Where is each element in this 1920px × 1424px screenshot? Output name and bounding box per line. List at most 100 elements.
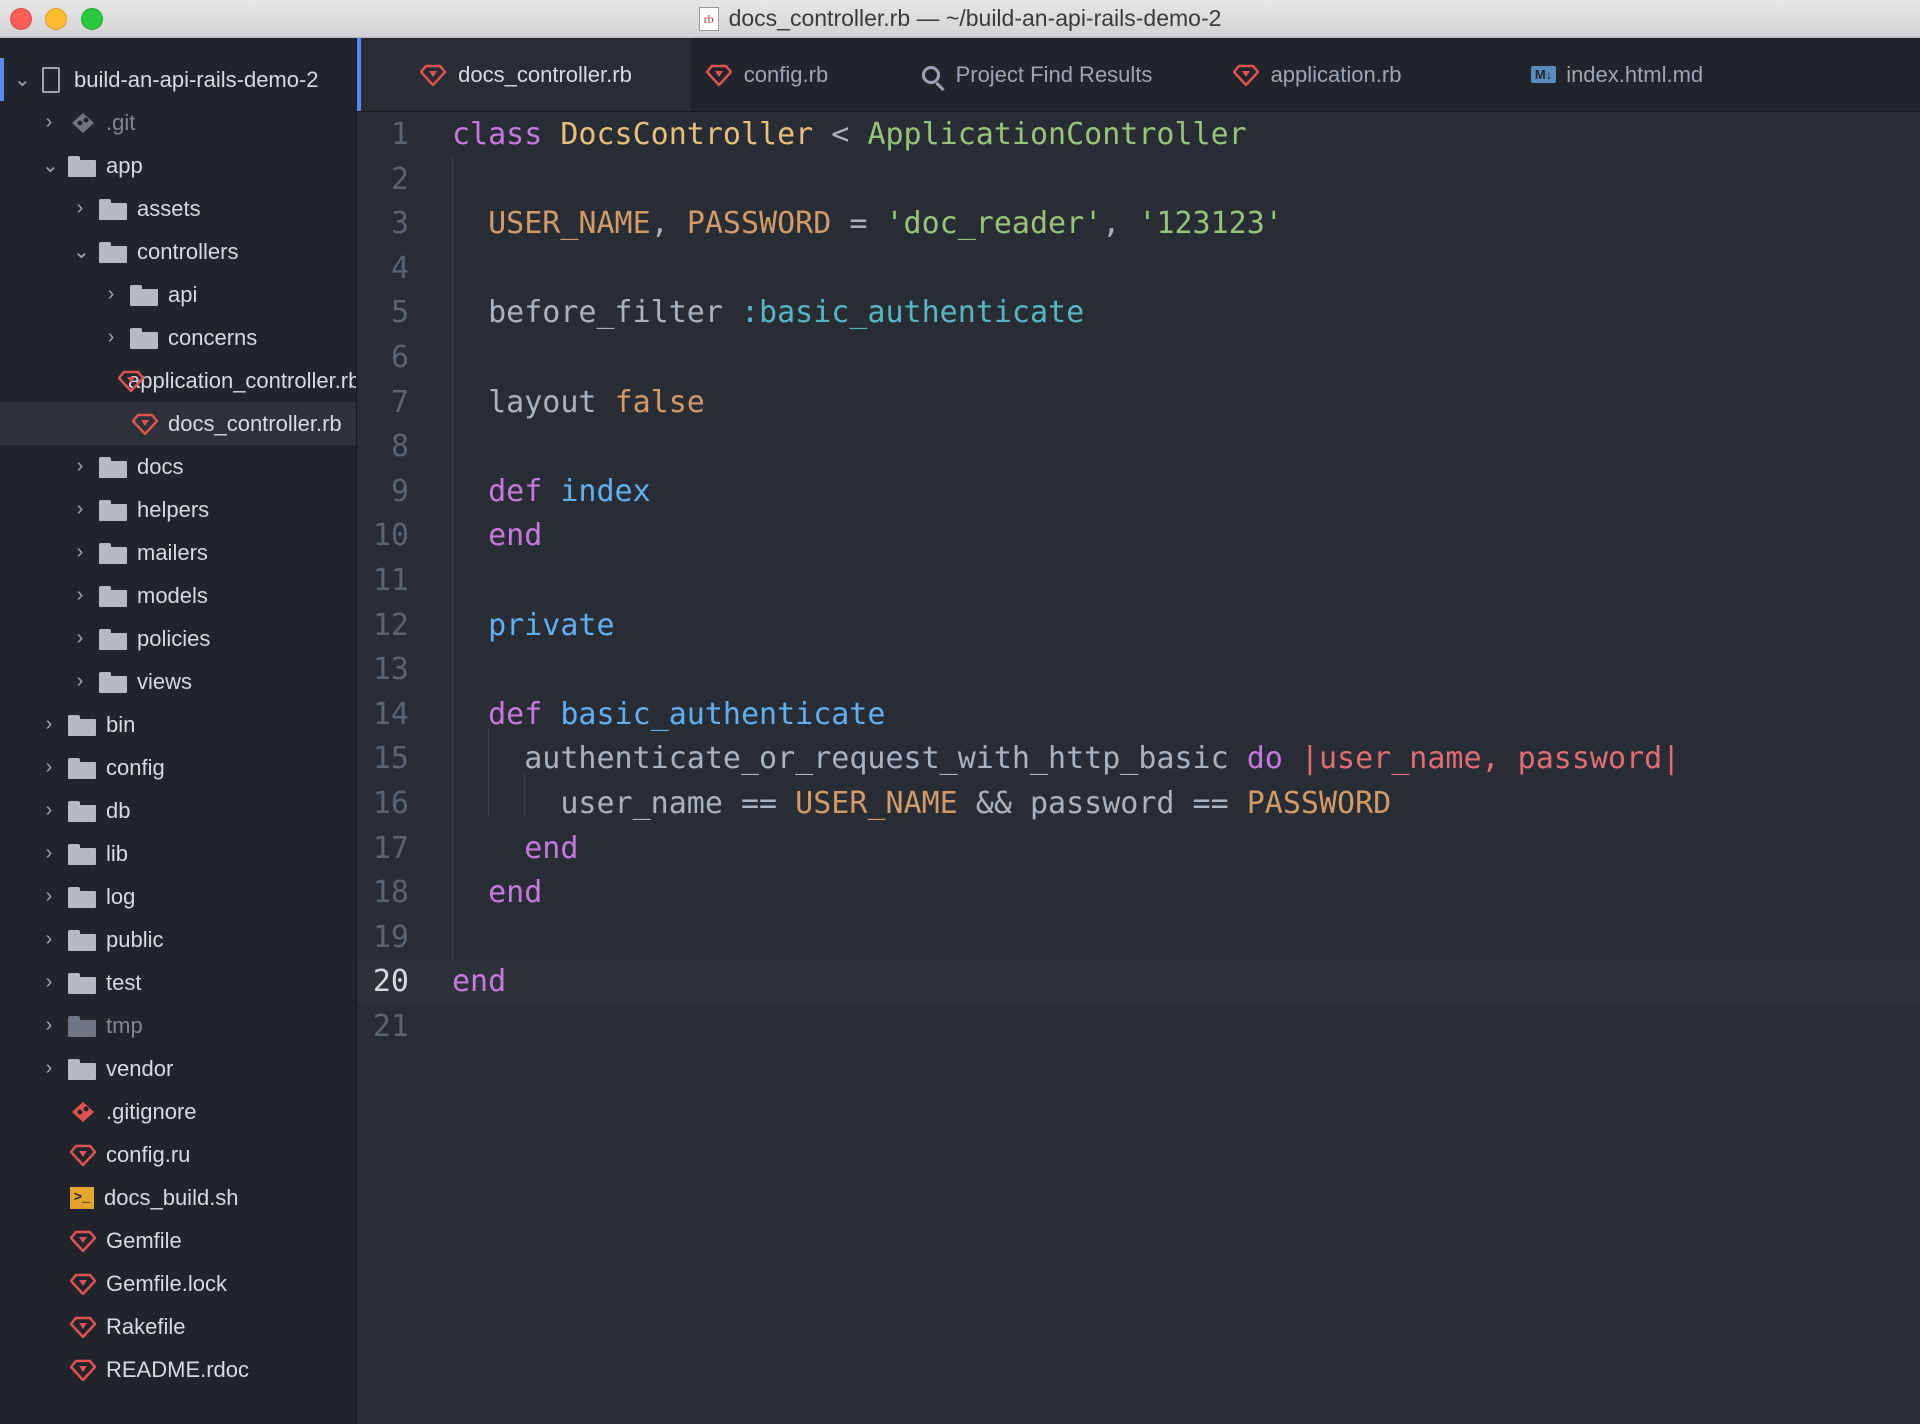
code-line[interactable]: 19	[357, 916, 1920, 960]
code-line[interactable]: 8	[357, 425, 1920, 469]
ruby-icon	[1232, 64, 1259, 86]
tree-item-public[interactable]: › public	[0, 918, 356, 961]
tree-item-rakefile[interactable]: Rakefile	[0, 1305, 356, 1348]
tree-item-docs-controller-rb[interactable]: docs_controller.rb	[0, 402, 356, 445]
ruby-icon	[132, 413, 158, 435]
code-line[interactable]: 20 end	[357, 960, 1920, 1005]
code-text: end	[452, 827, 578, 871]
code-line[interactable]: 11	[357, 559, 1920, 603]
code-line[interactable]: 6	[357, 336, 1920, 380]
tree-item-assets[interactable]: › assets	[0, 187, 356, 230]
tree-item-policies[interactable]: › policies	[0, 617, 356, 660]
tree-item-gitignore[interactable]: .gitignore	[0, 1090, 356, 1133]
code-text: before_filter :basic_authenticate	[452, 291, 1084, 335]
code-line[interactable]: 21	[357, 1005, 1920, 1049]
tree-item-config[interactable]: › config	[0, 746, 356, 789]
code-line[interactable]: 16 user_name == USER_NAME && password ==…	[357, 782, 1920, 826]
tab-project-find-results[interactable]: Project Find Results	[897, 38, 1177, 111]
code-editor[interactable]: 1 class DocsController < ApplicationContr…	[357, 112, 1920, 1424]
code-line[interactable]: 15 authenticate_or_request_with_http_bas…	[357, 737, 1920, 781]
tree-item-bin[interactable]: › bin	[0, 703, 356, 746]
tree-item-controllers[interactable]: ⌄ controllers	[0, 230, 356, 273]
tree-item-config-ru[interactable]: config.ru	[0, 1133, 356, 1176]
code-line[interactable]: 13	[357, 648, 1920, 692]
code-token: end	[488, 875, 543, 911]
chevron-right-icon: ›	[76, 541, 84, 563]
line-number: 1	[390, 117, 409, 152]
tree-item-log[interactable]: › log	[0, 875, 356, 918]
code-line[interactable]: 4	[357, 247, 1920, 291]
code-line[interactable]: 1 class DocsController < ApplicationContr…	[357, 113, 1920, 157]
line-number: 11	[372, 563, 409, 598]
tree-item-label: docs_build.sh	[104, 1184, 239, 1210]
code-line[interactable]: 2	[357, 158, 1920, 202]
code-token: class	[452, 117, 561, 152]
tree-item-label: Rakefile	[106, 1313, 186, 1339]
tree-item-app[interactable]: ⌄ app	[0, 144, 356, 187]
folder-icon	[99, 198, 127, 220]
code-token: index	[560, 473, 651, 509]
tree-item-label: api	[168, 281, 198, 307]
tree-item-application-controller-rb[interactable]: application_controller.rb	[0, 359, 356, 402]
code-text: end	[452, 871, 542, 915]
line-number: 21	[372, 1009, 409, 1044]
code-line[interactable]: 7 layout false	[357, 381, 1920, 425]
code-line[interactable]: 18 end	[357, 871, 1920, 915]
code-line[interactable]: 5 before_filter :basic_authenticate	[357, 291, 1920, 335]
folder-icon	[68, 155, 96, 177]
tree-item-git[interactable]: › .git	[0, 101, 356, 144]
code-token: =	[831, 206, 886, 242]
tree-item-gemfile[interactable]: Gemfile	[0, 1219, 356, 1262]
tree-item-label: assets	[137, 195, 201, 221]
tree-item-views[interactable]: › views	[0, 660, 356, 703]
tree-item-label: bin	[106, 711, 136, 737]
tree-item-db[interactable]: › db	[0, 789, 356, 832]
tree-item-label: helpers	[137, 496, 210, 522]
tree-root[interactable]: ⌄ build-an-api-rails-demo-2	[0, 58, 356, 101]
chevron-right-icon: ›	[76, 197, 84, 219]
folder-icon	[68, 714, 96, 736]
ruby-icon	[70, 1144, 96, 1166]
code-token: USER_NAME	[795, 786, 958, 821]
tree-item-tmp[interactable]: › tmp	[0, 1004, 356, 1047]
code-text: end	[452, 514, 542, 558]
tab-application-rb[interactable]: application.rb	[1177, 38, 1457, 111]
line-number: 5	[390, 295, 409, 331]
chevron-right-icon: ›	[76, 584, 84, 606]
chevron-right-icon: ›	[107, 283, 115, 305]
tree-item-docs[interactable]: › docs	[0, 445, 356, 488]
code-line[interactable]: 17 end	[357, 827, 1920, 871]
tree-item-api[interactable]: › api	[0, 273, 356, 316]
tree-item-label: controllers	[137, 238, 239, 264]
tree-item-test[interactable]: › test	[0, 961, 356, 1004]
code-line[interactable]: 12 private	[357, 604, 1920, 648]
tree-item-models[interactable]: › models	[0, 574, 356, 617]
tab-index-html-md[interactable]: M↓ index.html.md	[1457, 38, 1777, 111]
tree-item-readme-rdoc[interactable]: README.rdoc	[0, 1348, 356, 1391]
code-line[interactable]: 9 def index	[357, 470, 1920, 514]
chevron-right-icon: ›	[45, 799, 53, 821]
ruby-file-icon: rb	[698, 6, 719, 31]
tree-item-docs-build-sh[interactable]: >_ docs_build.sh	[0, 1176, 356, 1219]
code-line[interactable]: 10 end	[357, 514, 1920, 558]
code-line[interactable]: 3 USER_NAME, PASSWORD = 'doc_reader', '1…	[357, 202, 1920, 246]
ruby-icon	[70, 1316, 96, 1338]
tree-item-label: lib	[106, 840, 129, 866]
tree-item-vendor[interactable]: › vendor	[0, 1047, 356, 1090]
code-text: authenticate_or_request_with_http_basic …	[452, 737, 1680, 781]
tree-item-concerns[interactable]: › concerns	[0, 316, 356, 359]
chevron-down-icon: ⌄	[42, 155, 59, 177]
tab-label: application.rb	[1270, 61, 1402, 87]
tree-item-mailers[interactable]: › mailers	[0, 531, 356, 574]
tab-config-rb[interactable]: config.rb	[637, 38, 897, 111]
chevron-right-icon: ›	[45, 713, 53, 735]
tree-item-gemfile-lock[interactable]: Gemfile.lock	[0, 1262, 356, 1305]
tab-label: docs_controller.rb	[458, 61, 632, 87]
tree-item-lib[interactable]: › lib	[0, 832, 356, 875]
tree-item-helpers[interactable]: › helpers	[0, 488, 356, 531]
code-line[interactable]: 14 def basic_authenticate	[357, 693, 1920, 737]
